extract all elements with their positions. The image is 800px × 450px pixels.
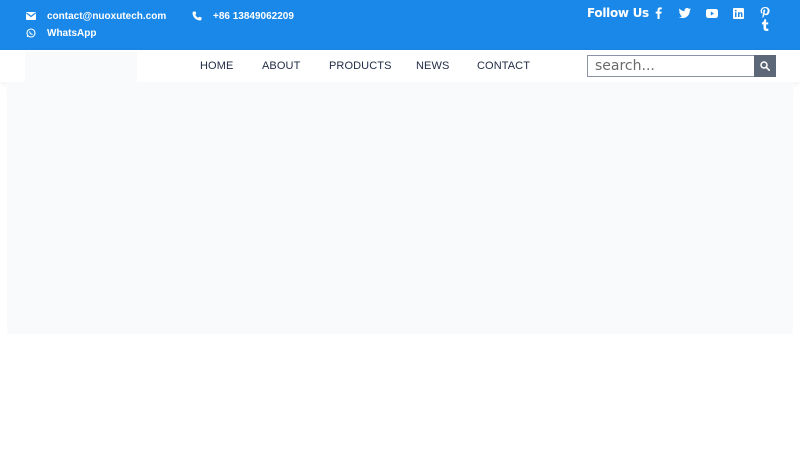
- envelope-icon: [25, 10, 37, 22]
- nav-item-products[interactable]: PRODUCTS: [329, 60, 392, 72]
- nav-item-news[interactable]: NEWS: [416, 60, 449, 72]
- nav-item-home[interactable]: HOME: [200, 60, 233, 72]
- twitter-icon[interactable]: [678, 6, 692, 20]
- phone-icon: [191, 10, 203, 22]
- youtube-icon[interactable]: [705, 6, 719, 20]
- whatsapp-contact[interactable]: WhatsApp: [25, 27, 96, 39]
- tumblr-icon[interactable]: [758, 18, 772, 32]
- email-text[interactable]: contact@nuoxutech.com: [47, 11, 166, 22]
- search-button[interactable]: [754, 55, 776, 77]
- linkedin-icon[interactable]: [731, 6, 745, 20]
- search-input[interactable]: [587, 55, 755, 77]
- hero-banner: [7, 82, 793, 334]
- nav-item-contact[interactable]: CONTACT: [477, 60, 530, 72]
- email-contact[interactable]: contact@nuoxutech.com: [25, 10, 166, 22]
- phone-contact[interactable]: +86 13849062209: [191, 10, 294, 22]
- whatsapp-icon: [25, 27, 37, 39]
- search-form: [587, 55, 776, 77]
- phone-text[interactable]: +86 13849062209: [213, 11, 294, 22]
- top-bar: contact@nuoxutech.com +86 13849062209 Wh…: [0, 0, 800, 50]
- facebook-icon[interactable]: [651, 6, 665, 20]
- logo-placeholder[interactable]: [25, 52, 137, 82]
- follow-us-label: Follow Us: [587, 6, 649, 20]
- search-icon: [760, 59, 770, 74]
- nav-item-about[interactable]: ABOUT: [262, 60, 300, 72]
- whatsapp-text[interactable]: WhatsApp: [47, 28, 96, 39]
